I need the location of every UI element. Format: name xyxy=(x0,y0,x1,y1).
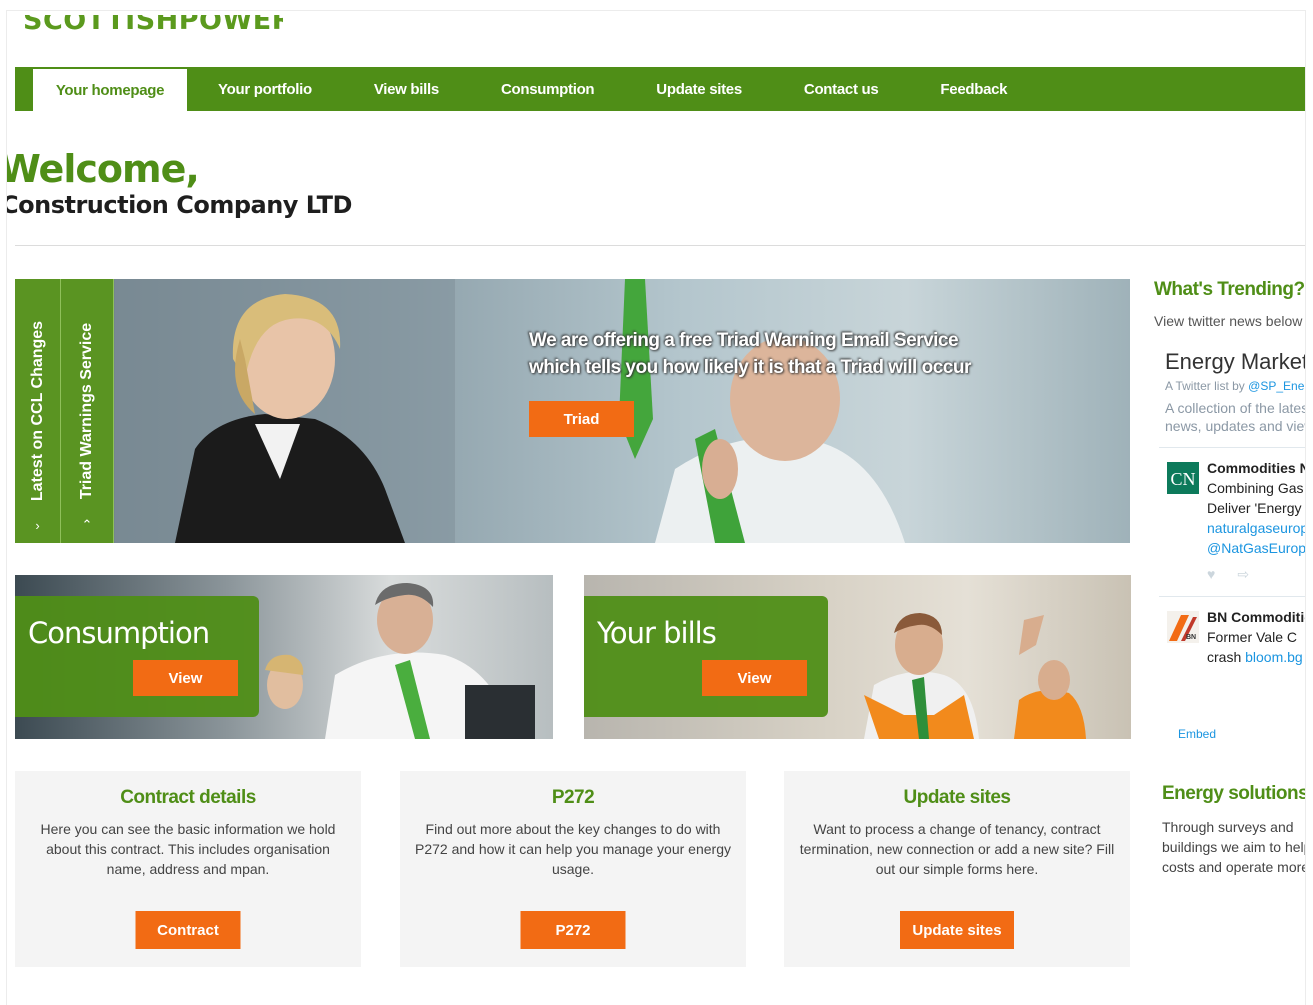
card-title: Update sites xyxy=(903,787,1011,808)
consumption-photo xyxy=(265,583,535,739)
tweet-author[interactable]: BN Commodities xyxy=(1207,609,1305,625)
tweet-item[interactable]: BN BN Commodities Former Vale C crash bl… xyxy=(1165,607,1305,667)
nav-update-sites[interactable]: Update sites xyxy=(625,67,773,111)
bills-panel: Your bills View xyxy=(584,596,828,717)
svg-text:CN: CN xyxy=(1170,469,1195,489)
svg-text:BN: BN xyxy=(1186,634,1196,641)
company-name: Construction Company LTD xyxy=(6,191,352,219)
chevron-right-icon[interactable]: › xyxy=(15,518,60,533)
browser-page: SCOTTISHPOWER Your homepage Your portfol… xyxy=(6,10,1306,1005)
card-title: P272 xyxy=(551,787,595,808)
energy-solutions: Energy solutions Through surveys and bui… xyxy=(1162,783,1306,877)
tweet-text: Former Vale C xyxy=(1207,629,1297,645)
heart-icon[interactable]: ♥ xyxy=(1207,566,1237,582)
card-title: Contract details xyxy=(120,787,256,808)
twitter-widget: Energy Markets A Twitter list by @SP_Ene… xyxy=(1159,349,1306,667)
main-nav: Your homepage Your portfolio View bills … xyxy=(15,67,1305,111)
tweet-text: Deliver 'Energy xyxy=(1207,500,1302,516)
consumption-panel: Consumption View xyxy=(15,596,259,717)
scottishpower-logo[interactable]: SCOTTISHPOWER xyxy=(23,15,283,41)
tweet-author[interactable]: Commodities Now xyxy=(1207,460,1305,476)
contract-button[interactable]: Contract xyxy=(135,911,241,949)
tweet-item[interactable]: CN Commodities Now Combining Gas Deliver… xyxy=(1165,458,1305,584)
twitter-list-by: A Twitter list by @SP_Energy xyxy=(1165,379,1305,393)
trending-title: What's Trending? xyxy=(1154,279,1305,300)
tweet-link[interactable]: naturalgaseurope xyxy=(1207,520,1305,536)
update-sites-button[interactable]: Update sites xyxy=(900,911,1014,949)
nav-feedback[interactable]: Feedback xyxy=(909,67,1038,111)
update-sites-card: Update sites Want to process a change of… xyxy=(784,771,1130,967)
your-bills-tile[interactable]: Your bills View xyxy=(584,575,1131,739)
nav-contact-us[interactable]: Contact us xyxy=(773,67,910,111)
energy-solutions-title: Energy solutions xyxy=(1162,783,1306,804)
tweet-actions: ♥⇨ xyxy=(1207,564,1305,584)
bills-photo xyxy=(864,613,1086,739)
twitter-list-title[interactable]: Energy Markets xyxy=(1165,349,1305,375)
hero-carousel: Latest on CCL Changes › Triad Warnings S… xyxy=(15,279,1130,543)
twitter-list-desc: A collection of the latest news, updates… xyxy=(1165,400,1306,434)
p272-card: P272 Find out more about the key changes… xyxy=(400,771,746,967)
share-icon[interactable]: ⇨ xyxy=(1237,566,1271,582)
twitter-handle-link[interactable]: @SP_Energy xyxy=(1248,379,1305,393)
card-text: Want to process a change of tenancy, con… xyxy=(799,821,1115,877)
p272-button[interactable]: P272 xyxy=(520,911,626,949)
energy-solutions-text: Through surveys and buildings we aim to … xyxy=(1162,819,1306,875)
bills-view-button[interactable]: View xyxy=(702,660,807,696)
nav-view-bills[interactable]: View bills xyxy=(343,67,470,111)
consumption-title: Consumption xyxy=(28,616,210,650)
divider xyxy=(1159,447,1305,448)
trending-subtitle: View twitter news below xyxy=(1154,313,1303,329)
tab-triad-warnings-service[interactable]: Triad Warnings Service ⌃ xyxy=(61,279,114,543)
consumption-tile[interactable]: Consumption View xyxy=(15,575,553,739)
tab-latest-ccl-changes[interactable]: Latest on CCL Changes › xyxy=(15,279,61,543)
chevron-up-icon[interactable]: ⌃ xyxy=(61,517,113,533)
consumption-view-button[interactable]: View xyxy=(133,660,238,696)
hero-message: We are offering a free Triad Warning Ema… xyxy=(529,330,971,378)
whats-trending: What's Trending? View twitter news below xyxy=(1154,279,1305,329)
nav-consumption[interactable]: Consumption xyxy=(470,67,625,111)
nav-your-homepage[interactable]: Your homepage xyxy=(33,69,187,111)
tweet-text: Combining Gas xyxy=(1207,480,1304,496)
bills-title: Your bills xyxy=(597,616,717,650)
welcome-heading: Welcome, xyxy=(6,147,200,191)
tweet-handle[interactable]: @NatGasEurope xyxy=(1207,540,1305,556)
avatar: CN xyxy=(1167,462,1199,494)
divider xyxy=(1159,596,1305,597)
embed-link[interactable]: Embed xyxy=(1178,727,1216,741)
triad-button[interactable]: Triad xyxy=(529,401,634,437)
card-text: Here you can see the basic information w… xyxy=(40,821,336,877)
contract-details-card: Contract details Here you can see the ba… xyxy=(15,771,361,967)
nav-your-portfolio[interactable]: Your portfolio xyxy=(187,67,343,111)
tweet-text: crash bloom.bg xyxy=(1207,649,1303,665)
card-text: Find out more about the key changes to d… xyxy=(415,821,731,877)
tweet-link[interactable]: bloom.bg xyxy=(1245,649,1303,665)
divider xyxy=(15,245,1305,246)
avatar: BN xyxy=(1167,611,1199,643)
hero-woman-photo xyxy=(115,279,455,543)
